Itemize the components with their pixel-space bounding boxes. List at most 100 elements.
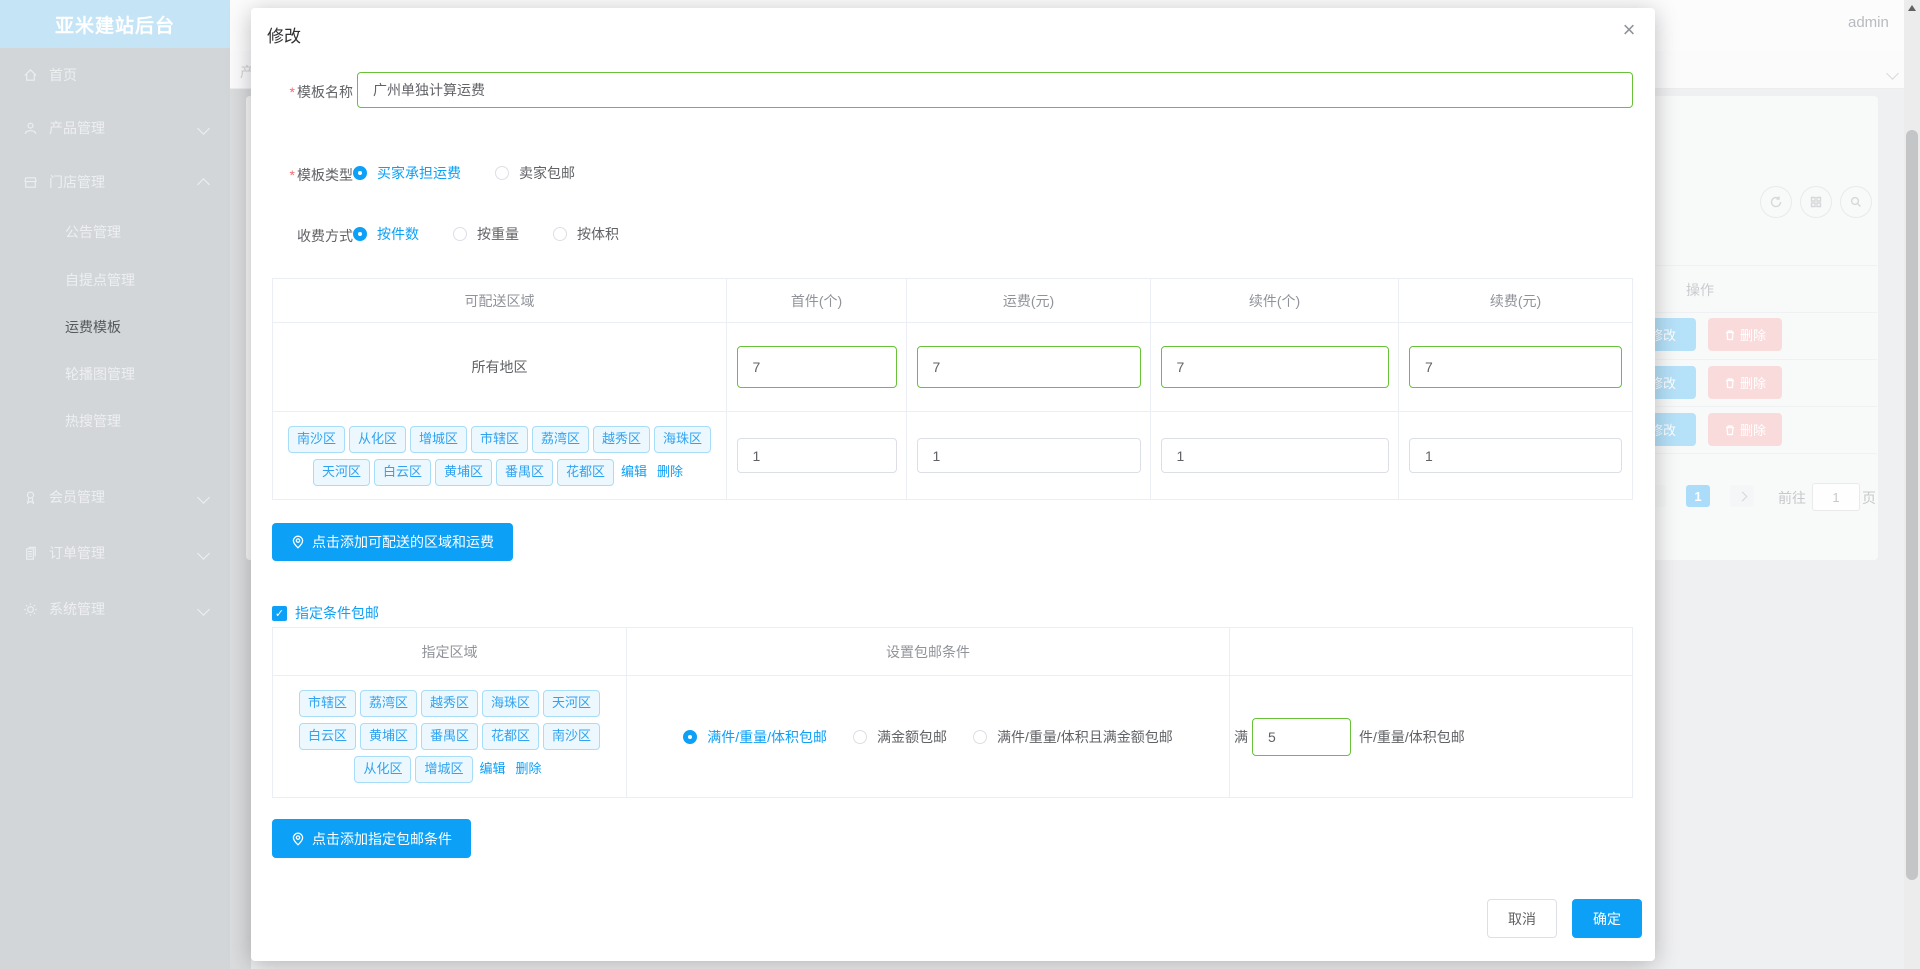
row-delete-button[interactable]: 删除 [1708,318,1782,351]
sidebar-item-label: 产品管理 [49,120,105,136]
delete-regions-link[interactable]: 删除 [657,464,683,479]
radio-quantity-and-amount[interactable]: 满件/重量/体积且满金额包邮 [973,727,1173,747]
sidebar-subitem-pickup-points[interactable]: 自提点管理 [65,262,230,298]
add-condition-button[interactable]: 点击添加指定包邮条件 [272,819,471,858]
store-icon [24,176,37,188]
first-piece-input[interactable] [736,438,897,473]
page-unit-label: 页 [1862,490,1876,506]
row-delete-button[interactable]: 删除 [1708,413,1782,446]
select-chevron-icon[interactable] [1886,65,1899,81]
radio-selected-icon [353,227,367,241]
fee-input[interactable] [916,346,1141,388]
template-name-label: * 模板名称 [289,84,353,100]
sidebar-item-stores[interactable]: 门店管理 [0,162,230,202]
sidebar-item-products[interactable]: 产品管理 [0,108,230,148]
region-tag: 从化区 [354,756,412,783]
radio-by-piece[interactable]: 按件数 [353,224,419,244]
layout-grid-button[interactable] [1800,186,1832,218]
sidebar-subitem-carousel[interactable]: 轮播图管理 [65,356,230,392]
sidebar-item-home[interactable]: 首页 [0,55,230,95]
threshold-prefix: 满 [1234,728,1248,745]
additional-fee-input[interactable] [1409,346,1622,388]
sidebar-item-system[interactable]: 系统管理 [0,589,230,629]
col-header: 续费(元) [1489,292,1542,309]
additional-piece-input[interactable] [1160,438,1389,473]
sidebar-item-label: 订单管理 [49,545,105,561]
free-shipping-condition-table: 指定区域 设置包邮条件 市辖区 荔湾区 越秀区 海珠区 天河区白云区 黄埔区 番禺区 花都区南… [272,627,1633,798]
sidebar-item-orders[interactable]: 订单管理 [0,533,230,573]
chevron-down-icon [197,546,210,560]
template-type-label: * 模板类型 [289,167,353,183]
template-name-input[interactable] [357,72,1633,108]
search-icon [1850,196,1861,207]
sidebar-subitem-shipping-templates[interactable]: 运费模板 [65,309,230,345]
sidebar-subitem-announcements[interactable]: 公告管理 [65,214,230,250]
scrollbar-up-arrow[interactable] [1908,5,1916,11]
conditional-free-shipping-checkbox[interactable]: ✓ 指定条件包邮 [272,603,379,623]
region-tag: 海珠区 [654,425,712,453]
additional-fee-input[interactable] [1409,438,1622,473]
refresh-icon [1770,196,1782,208]
radio-by-weight[interactable]: 按重量 [453,224,519,244]
refresh-button[interactable] [1760,186,1792,218]
clipboard-icon [26,546,36,560]
search-button[interactable] [1840,186,1872,218]
col-header: 可配送区域 [273,279,727,322]
medal-icon [26,491,35,504]
map-pin-icon [292,832,304,846]
sidebar-item-label: 首页 [49,67,77,83]
additional-piece-input[interactable] [1160,346,1389,388]
delete-regions-link[interactable]: 删除 [516,761,542,776]
region-tag: 天河区 [543,690,601,717]
region-tag: 白云区 [298,723,356,750]
brand-title: 亚米建站后台 [0,0,230,48]
region-tag: 市辖区 [298,690,356,717]
radio-seller-free[interactable]: 卖家包邮 [495,163,575,183]
confirm-button[interactable]: 确定 [1572,899,1642,938]
chevron-down-icon [197,121,210,135]
table-row-custom-regions: 南沙区 从化区 增城区 市辖区 荔湾区 越秀区 海珠区天河区 白云区 黄埔区 番禺区 花都区 编辑 删除 [273,412,1632,499]
first-piece-input[interactable] [736,346,897,388]
col-header: 设置包邮条件 [627,628,1230,675]
sidebar-item-members[interactable]: 会员管理 [0,477,230,517]
next-page-button[interactable] [1730,485,1754,507]
map-pin-icon [292,535,304,549]
threshold-suffix: 件/重量/体积包邮 [1359,728,1465,745]
scrollbar-thumb[interactable] [1906,130,1918,880]
goto-page-input[interactable] [1812,483,1860,511]
add-region-button[interactable]: 点击添加可配送的区域和运费 [272,523,513,561]
charge-method-radio-group: 按件数 按重量 按体积 [353,224,653,244]
condition-row: 市辖区 荔湾区 越秀区 海珠区 天河区白云区 黄埔区 番禺区 花都区 南沙区从化区 增城区 编辑 删除… [273,676,1632,797]
radio-min-quantity[interactable]: 满件/重量/体积包邮 [683,727,827,747]
edit-regions-link[interactable]: 编辑 [480,761,506,776]
threshold-input[interactable] [1252,717,1351,756]
fee-input[interactable] [916,438,1141,473]
region-tag: 荔湾区 [359,690,417,717]
shipping-fee-table: 可配送区域 首件(个) 运费(元) 续件(个) 续费(元) 所有地区 南沙区从化… [272,278,1633,500]
region-tag: 海珠区 [482,690,540,717]
radio-icon [853,729,867,744]
grid-icon [1810,196,1822,208]
radio-min-amount[interactable]: 满金额包邮 [853,727,947,747]
region-tag: 市辖区 [470,425,528,453]
user-menu[interactable]: admin [1848,14,1889,31]
sidebar: 亚米建站后台 首页 产品管理 门店管理 公告管理 自提点管理 运费模板 轮播图管… [0,0,230,969]
edit-regions-link[interactable]: 编辑 [621,464,647,479]
region-tag: 越秀区 [593,425,651,453]
edit-template-modal: 修改 × *模板名称 *模板类型 买家承担运费 卖家包邮 收费方式 按件数 按重… [251,8,1655,961]
region-tag: 越秀区 [420,690,478,717]
condition-radio-group: 满件/重量/体积包邮 满金额包邮 满件/重量/体积且满金额包邮 [683,727,1173,747]
radio-selected-icon [353,166,367,180]
row-delete-button[interactable]: 删除 [1708,366,1782,399]
cancel-button[interactable]: 取消 [1487,899,1557,938]
close-icon[interactable]: × [1613,14,1645,46]
region-tag: 从化区 [348,425,406,453]
gear-icon [24,602,37,616]
region-tag: 增城区 [415,756,473,783]
region-tag: 黄埔区 [359,723,417,750]
sidebar-subitem-hot-search[interactable]: 热搜管理 [65,403,230,439]
radio-buyer-pays[interactable]: 买家承担运费 [353,163,461,183]
radio-by-volume[interactable]: 按体积 [553,224,619,244]
goto-label: 前往 [1778,490,1806,506]
page-number-button[interactable]: 1 [1686,485,1710,507]
